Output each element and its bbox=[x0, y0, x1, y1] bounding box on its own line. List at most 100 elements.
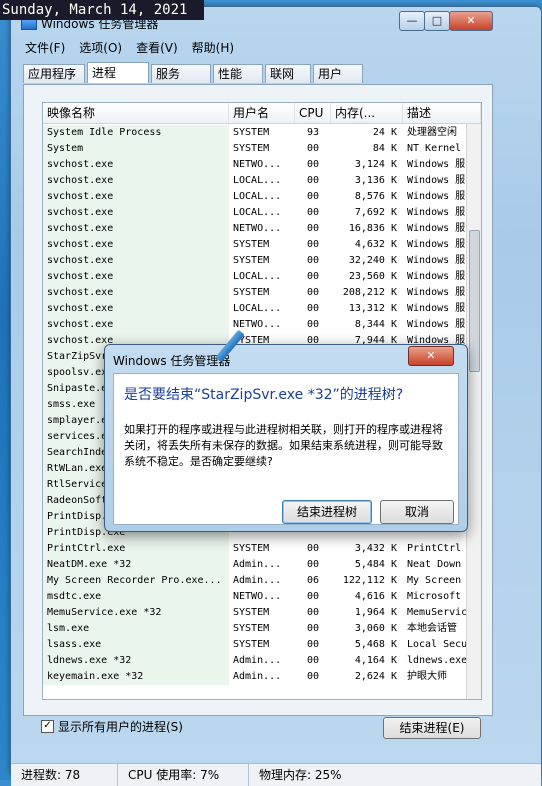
process-row[interactable]: svchost.exe SYSTEM 00 208,212 K Windows 服 bbox=[43, 285, 481, 301]
row-image-name: svchost.exe bbox=[43, 189, 229, 205]
row-user-name: Admin... bbox=[233, 575, 282, 586]
close-button[interactable]: ✕ bbox=[449, 11, 493, 31]
show-all-label: 显示所有用户的进程(S) bbox=[58, 720, 183, 734]
menu-help[interactable]: 帮助(H) bbox=[192, 39, 234, 57]
process-row[interactable]: svchost.exe SYSTEM 00 4,632 K Windows 服 bbox=[43, 237, 481, 253]
maximize-button[interactable]: □ bbox=[424, 11, 450, 31]
tab-networking[interactable]: 联网 bbox=[265, 64, 311, 83]
process-row[interactable]: svchost.exe NETWO... 00 8,344 K Windows 服 bbox=[43, 317, 481, 333]
row-memory: 84 K bbox=[372, 143, 397, 154]
row-memory: 32,240 K bbox=[348, 255, 397, 266]
show-all-checkbox[interactable]: ✓ bbox=[41, 720, 54, 733]
end-process-tree-button[interactable]: 结束进程树 bbox=[282, 500, 372, 524]
row-image-name: svchost.exe bbox=[43, 269, 229, 285]
process-row[interactable]: NeatDM.exe *32 Admin... 00 5,484 K Neat Down bbox=[43, 557, 481, 573]
menu-file[interactable]: 文件(F) bbox=[25, 39, 65, 57]
row-cpu: 00 bbox=[306, 191, 320, 202]
row-image-name: svchost.exe bbox=[43, 285, 229, 301]
minimize-button[interactable]: — bbox=[399, 11, 425, 31]
row-image-name: MemuService.exe *32 bbox=[43, 605, 229, 621]
process-row[interactable]: MemuService.exe *32 SYSTEM 00 1,964 K MemuSe… bbox=[43, 605, 481, 621]
row-image-name: svchost.exe bbox=[43, 253, 229, 269]
row-memory: 3,060 K bbox=[354, 623, 397, 634]
row-image-name: lsm.exe bbox=[43, 621, 229, 637]
process-row[interactable]: svchost.exe SYSTEM 00 32,240 K Windows 服 bbox=[43, 253, 481, 269]
row-image-name: svchost.exe bbox=[43, 221, 229, 237]
process-row[interactable]: svchost.exe NETWO... 00 16,836 K Windows 服 bbox=[43, 221, 481, 237]
column-memory[interactable]: 内存(... bbox=[331, 103, 403, 123]
row-cpu: 00 bbox=[306, 143, 320, 154]
scrollbar-thumb[interactable] bbox=[469, 230, 480, 372]
column-image-name[interactable]: 映像名称 bbox=[43, 103, 229, 123]
process-row[interactable]: PrintCtrl.exe SYSTEM 00 3,432 K PrintCtrl bbox=[43, 541, 481, 557]
row-user-name: NETWO... bbox=[233, 223, 282, 234]
row-memory: 3,432 K bbox=[354, 543, 397, 554]
column-description[interactable]: 描述 bbox=[403, 103, 481, 123]
tab-strip: 应用程序 进程 服务 性能 联网 用户 bbox=[23, 62, 365, 84]
process-row[interactable]: msdtc.exe NETWO... 00 4,616 K Microsoft bbox=[43, 589, 481, 605]
process-row[interactable]: svchost.exe LOCAL... 00 7,692 K Windows 服 bbox=[43, 205, 481, 221]
menu-view[interactable]: 查看(V) bbox=[136, 39, 178, 57]
menu-bar: 文件(F) 选项(O) 查看(V) 帮助(H) bbox=[15, 39, 542, 57]
row-memory: 24 K bbox=[372, 127, 397, 138]
row-user-name: SYSTEM bbox=[233, 607, 270, 618]
row-user-name: SYSTEM bbox=[233, 543, 270, 554]
column-cpu[interactable]: CPU bbox=[295, 103, 331, 123]
row-cpu: 00 bbox=[306, 639, 320, 650]
row-user-name: SYSTEM bbox=[233, 127, 270, 138]
row-cpu: 00 bbox=[306, 223, 320, 234]
process-row[interactable]: svchost.exe LOCAL... 00 23,560 K Windows 服 bbox=[43, 269, 481, 285]
row-user-name: LOCAL... bbox=[233, 207, 282, 218]
menu-options[interactable]: 选项(O) bbox=[79, 39, 122, 57]
status-bar: 进程数: 78 CPU 使用率: 7% 物理内存: 25% bbox=[11, 763, 541, 786]
row-memory: 8,344 K bbox=[354, 319, 397, 330]
row-cpu: 00 bbox=[306, 207, 320, 218]
dialog-close-button[interactable]: ✕ bbox=[408, 346, 454, 366]
tab-users[interactable]: 用户 bbox=[313, 64, 363, 83]
row-cpu: 00 bbox=[306, 543, 320, 554]
column-user-name[interactable]: 用户名 bbox=[229, 103, 295, 123]
row-memory: 16,836 K bbox=[348, 223, 397, 234]
status-physical-memory: 物理内存: 25% bbox=[259, 768, 342, 782]
row-user-name: SYSTEM bbox=[233, 239, 270, 250]
row-image-name: msdtc.exe bbox=[43, 589, 229, 605]
row-memory: 4,164 K bbox=[354, 655, 397, 666]
end-process-button[interactable]: 结束进程(E) bbox=[383, 717, 481, 739]
process-row[interactable]: ldnews.exe *32 Admin... 00 4,164 Kldnews.ex… bbox=[43, 653, 481, 669]
row-cpu: 93 bbox=[306, 127, 320, 138]
tab-performance[interactable]: 性能 bbox=[213, 64, 263, 83]
row-image-name: My Screen Recorder Pro.exe... bbox=[43, 573, 229, 589]
row-user-name: Admin... bbox=[233, 655, 282, 666]
row-memory: 3,136 K bbox=[354, 175, 397, 186]
process-row[interactable]: System SYSTEM 00 84 K NT Kernel bbox=[43, 141, 481, 157]
process-row[interactable]: keyemain.exe *32 Admin... 00 2,624 K 护眼大师 bbox=[43, 669, 481, 685]
dialog-message: 如果打开的程序或进程与此进程树相关联，则打开的程序或进程将关闭，将丢失所有未保存… bbox=[124, 423, 443, 468]
row-user-name: NETWO... bbox=[233, 591, 282, 602]
row-user-name: LOCAL... bbox=[233, 271, 282, 282]
process-row[interactable]: svchost.exe LOCAL... 00 8,576 K Windows 服 bbox=[43, 189, 481, 205]
vertical-scrollbar[interactable] bbox=[466, 124, 481, 699]
process-row[interactable]: System Idle Process SYSTEM 93 24 K 处理器空闲 bbox=[43, 125, 481, 141]
process-row[interactable]: lsm.exe SYSTEM 00 3,060 K 本地会话管 bbox=[43, 621, 481, 637]
row-cpu: 00 bbox=[306, 319, 320, 330]
row-cpu: 06 bbox=[306, 575, 320, 586]
tab-applications[interactable]: 应用程序 bbox=[23, 64, 85, 83]
process-row[interactable]: svchost.exe LOCAL... 00 3,136 K Windows 服 bbox=[43, 173, 481, 189]
process-row[interactable]: svchost.exe NETWO... 00 3,124 K Windows 服 bbox=[43, 157, 481, 173]
cancel-button[interactable]: 取消 bbox=[380, 500, 454, 524]
process-row[interactable]: lsass.exe SYSTEM 00 5,468 K Local Secu bbox=[43, 637, 481, 653]
tab-services[interactable]: 服务 bbox=[151, 64, 211, 83]
process-row[interactable]: My Screen Recorder Pro.exe... Admin... 06 1… bbox=[43, 573, 481, 589]
dialog-question: 是否要结束“StarZipSvr.exe *32”的进程树? bbox=[124, 387, 404, 403]
process-row[interactable]: svchost.exe LOCAL... 00 13,312 K Windows 服 bbox=[43, 301, 481, 317]
row-cpu: 00 bbox=[306, 655, 320, 666]
row-user-name: LOCAL... bbox=[233, 303, 282, 314]
status-cpu-usage: CPU 使用率: 7% bbox=[118, 764, 249, 786]
show-all-processes[interactable]: ✓ 显示所有用户的进程(S) bbox=[41, 718, 183, 735]
dialog-title: Windows 任务管理器 bbox=[113, 354, 231, 368]
row-image-name: ldnews.exe *32 bbox=[43, 653, 229, 669]
row-memory: 5,484 K bbox=[354, 559, 397, 570]
row-user-name: SYSTEM bbox=[233, 143, 270, 154]
row-image-name: NeatDM.exe *32 bbox=[43, 557, 229, 573]
tab-processes[interactable]: 进程 bbox=[87, 62, 149, 83]
